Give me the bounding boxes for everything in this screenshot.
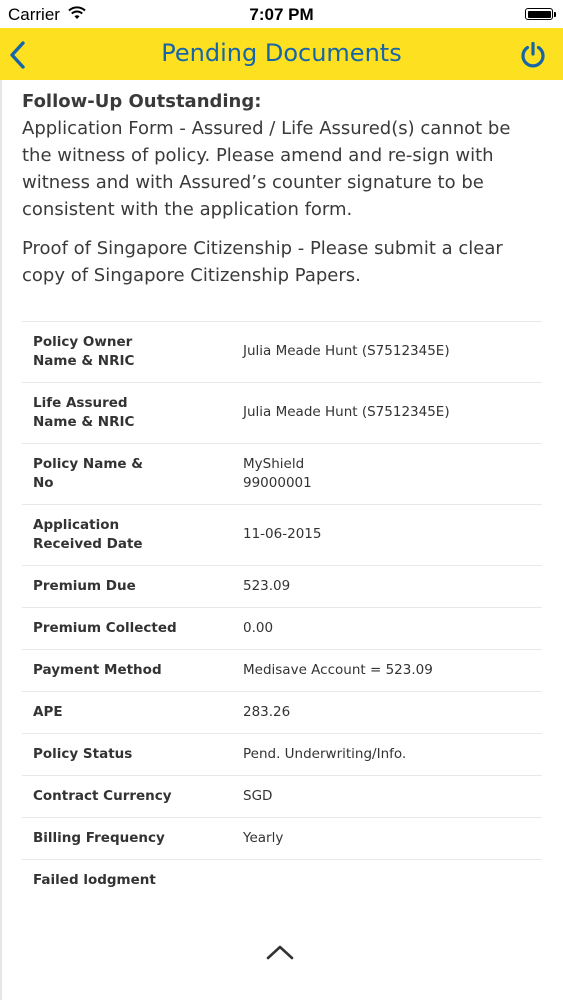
label-line: Life Assured — [33, 395, 128, 411]
application-date-label: Application Received Date — [33, 516, 203, 554]
table-row: Premium Due 523.09 — [22, 565, 542, 607]
label-line: No — [33, 475, 54, 491]
table-row: Billing Frequency Yearly — [22, 817, 542, 859]
policy-status-label: Policy Status — [33, 746, 133, 762]
payment-method-label: Payment Method — [33, 662, 162, 678]
billing-frequency-label: Billing Frequency — [33, 830, 165, 846]
label-line: Policy Owner — [33, 334, 133, 350]
premium-collected-value: 0.00 — [243, 620, 274, 636]
page-title: Pending Documents — [161, 39, 402, 67]
policy-owner-label: Policy Owner Name & NRIC — [33, 333, 203, 371]
ape-label: APE — [33, 704, 63, 720]
table-row: Policy Status Pend. Underwriting/Info. — [22, 733, 542, 775]
table-row: APE 283.26 — [22, 691, 542, 733]
chevron-up-icon[interactable] — [266, 944, 294, 960]
contract-currency-label: Contract Currency — [33, 788, 172, 804]
policy-details-table: Policy Owner Name & NRIC Julia Meade Hun… — [22, 321, 542, 901]
payment-method-value: Medisave Account = 523.09 — [243, 662, 433, 678]
policy-name-value: MyShield 99000001 — [243, 455, 312, 493]
table-row: Application Received Date 11-06-2015 — [22, 504, 542, 565]
premium-collected-label: Premium Collected — [33, 620, 177, 636]
failed-lodgment-label: Failed lodgment — [33, 872, 156, 888]
label-line: Name & NRIC — [33, 414, 135, 430]
table-row: Payment Method Medisave Account = 523.09 — [22, 649, 542, 691]
policy-owner-value: Julia Meade Hunt (S7512345E) — [243, 343, 450, 359]
application-date-value: 11-06-2015 — [243, 526, 322, 542]
pending-content: Follow-Up Outstanding: Application Form … — [0, 80, 563, 888]
table-row: Life Assured Name & NRIC Julia Meade Hun… — [22, 382, 542, 443]
premium-due-label: Premium Due — [33, 578, 136, 594]
power-icon[interactable] — [519, 41, 547, 69]
status-bar: Carrier 7:07 PM — [0, 0, 563, 28]
policy-name-label: Policy Name & No — [33, 455, 203, 493]
premium-due-value: 523.09 — [243, 578, 291, 594]
table-row: Failed lodgment — [22, 859, 542, 901]
contract-currency-value: SGD — [243, 788, 273, 804]
policy-status-value: Pend. Underwriting/Info. — [243, 746, 407, 762]
billing-frequency-value: Yearly — [243, 830, 284, 846]
table-row: Policy Name & No MyShield 99000001 — [22, 443, 542, 504]
battery-icon — [525, 8, 556, 20]
follow-up-heading: Follow-Up Outstanding: — [22, 91, 262, 112]
label-line: Policy Name & — [33, 456, 144, 472]
table-row: Policy Owner Name & NRIC Julia Meade Hun… — [22, 321, 542, 382]
life-assured-label: Life Assured Name & NRIC — [33, 394, 203, 432]
nav-bar: Pending Documents — [0, 28, 563, 80]
label-line: Application — [33, 517, 120, 533]
follow-up-item-application-form: Application Form - Assured / Life Assure… — [22, 118, 511, 220]
policy-name: MyShield — [243, 456, 305, 472]
table-row: Contract Currency SGD — [22, 775, 542, 817]
policy-number: 99000001 — [243, 475, 312, 491]
follow-up-section: Follow-Up Outstanding: Application Form … — [0, 80, 563, 289]
label-line: Name & NRIC — [33, 353, 135, 369]
label-line: Received Date — [33, 536, 143, 552]
table-row: Premium Collected 0.00 — [22, 607, 542, 649]
life-assured-value: Julia Meade Hunt (S7512345E) — [243, 404, 450, 420]
clock: 7:07 PM — [249, 5, 314, 24]
follow-up-item-citizenship: Proof of Singapore Citizenship - Please … — [22, 238, 503, 286]
ape-value: 283.26 — [243, 704, 291, 720]
